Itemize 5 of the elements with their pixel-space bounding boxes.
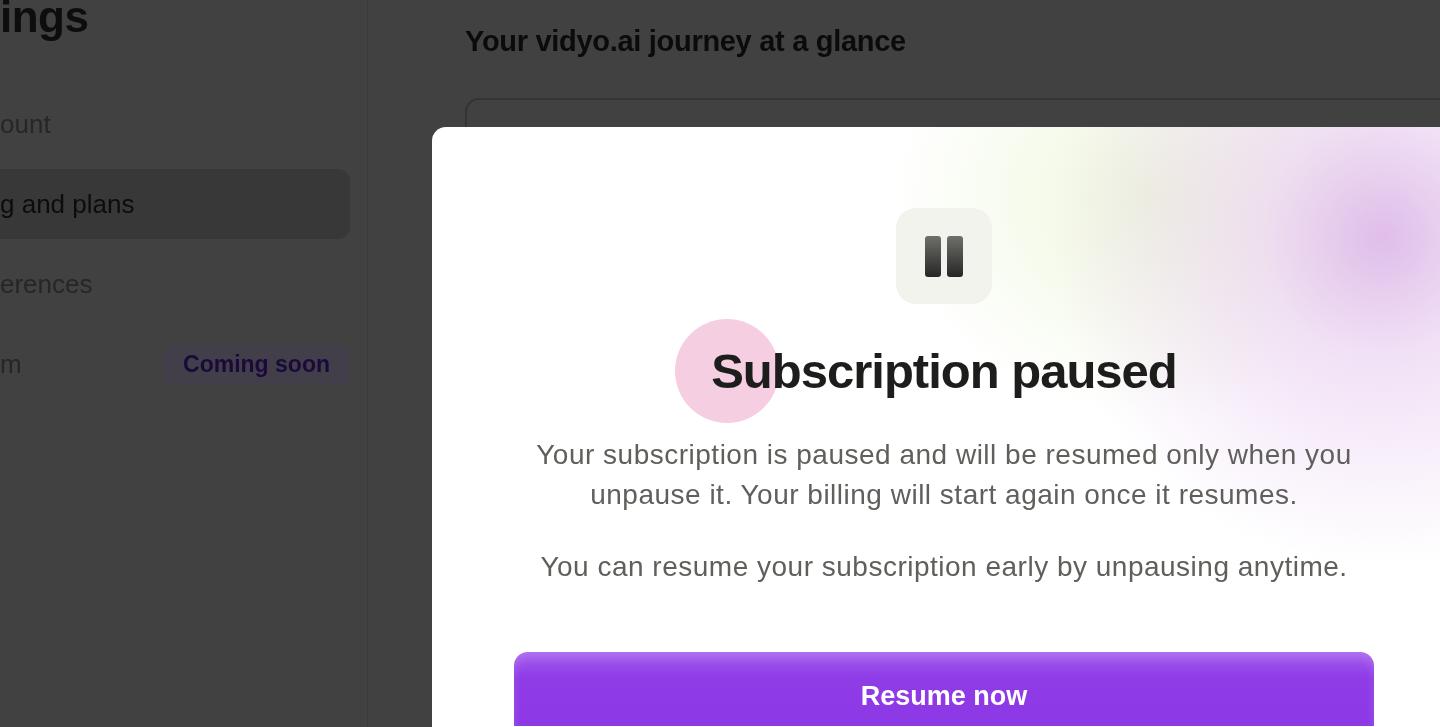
modal-message: Your subscription is paused and will be resumed only when you unpause it. Your billing will start again once it resumes. [535, 438, 1353, 512]
modal-title: Subscription paused [711, 344, 1177, 398]
resume-button[interactable]: Resume now [514, 652, 1374, 726]
pause-icon [896, 208, 992, 304]
modal-message: You can resume your subscription early by unpausing anytime. [540, 550, 1348, 584]
